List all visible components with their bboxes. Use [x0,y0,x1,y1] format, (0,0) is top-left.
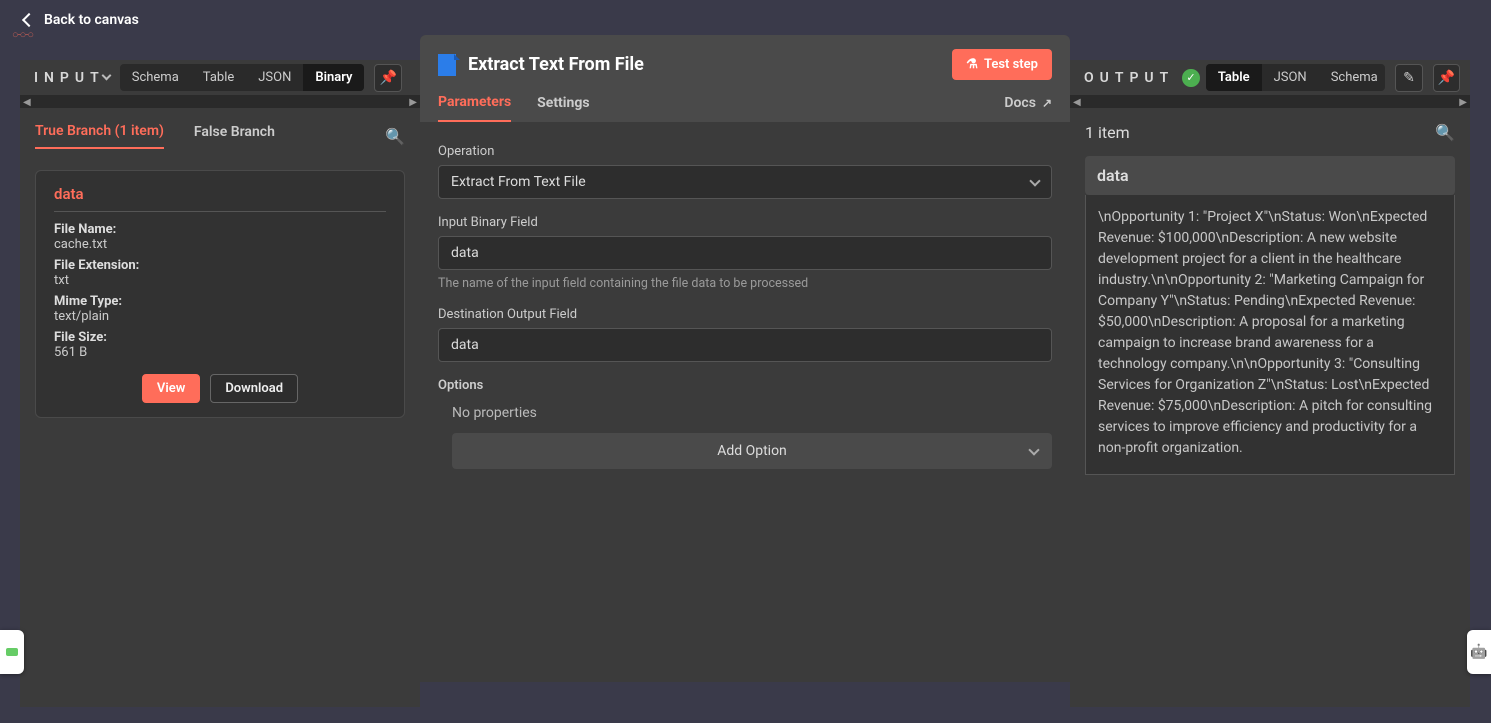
output-panel: OUTPUT ✓ Table JSON Schema ✎ 📌 ◀▶ 1 item… [1070,60,1470,707]
true-branch-tab[interactable]: True Branch (1 item) [35,123,164,149]
file-size-value: 561 B [54,345,386,360]
destination-field[interactable]: data [438,328,1052,362]
card-title: data [54,185,386,212]
input-tab-schema[interactable]: Schema [120,64,191,91]
operation-select[interactable]: Extract From Text File [438,165,1052,199]
arrow-left-icon [22,13,36,27]
input-view-tabs: Schema Table JSON Binary [120,64,365,91]
back-label: Back to canvas [44,12,139,28]
scroll-hint[interactable]: ◀▶ [1070,96,1470,108]
search-icon[interactable]: 🔍 [1435,123,1455,142]
file-ext-label: File Extension: [54,258,386,273]
node-title: Extract Text From File [468,54,644,75]
app-logo: ○-○-○ [12,28,33,41]
destination-field-label: Destination Output Field [438,307,1052,322]
view-button[interactable]: View [142,374,200,403]
file-ext-value: txt [54,273,386,288]
pin-button[interactable]: 📌 [374,64,402,92]
false-branch-tab[interactable]: False Branch [194,124,275,148]
success-check-icon: ✓ [1182,69,1200,87]
download-button[interactable]: Download [210,374,298,403]
input-panel: INPUT Schema Table JSON Binary 📌 ◀▶ True… [20,60,420,707]
mime-type-label: Mime Type: [54,294,386,309]
input-binary-hint: The name of the input field containing t… [438,276,1052,291]
test-step-button[interactable]: ⚗ Test step [952,49,1052,80]
options-label: Options [438,378,1052,393]
left-drawer-tab[interactable] [0,630,24,674]
mime-type-value: text/plain [54,309,386,324]
docs-link[interactable]: Docs ↗ [1004,95,1052,121]
input-binary-field-label: Input Binary Field [438,215,1052,230]
assistant-drawer-tab[interactable] [1467,630,1491,674]
output-view-tabs: Table JSON Schema [1206,64,1385,91]
input-tab-binary[interactable]: Binary [303,64,364,91]
file-name-label: File Name: [54,222,386,237]
input-binary-field[interactable]: data [438,236,1052,270]
parameters-tab[interactable]: Parameters [438,94,511,122]
output-tab-table[interactable]: Table [1206,64,1262,91]
flask-icon: ⚗ [966,57,978,72]
input-title: INPUT [30,70,114,86]
operation-label: Operation [438,144,1052,159]
input-data-card: data File Name: cache.txt File Extension… [35,170,405,418]
file-name-value: cache.txt [54,237,386,252]
edit-button[interactable]: ✎ [1395,64,1422,92]
scroll-hint[interactable]: ◀▶ [20,96,420,108]
input-tab-table[interactable]: Table [191,64,246,91]
output-tab-json[interactable]: JSON [1262,64,1319,91]
chevron-down-icon [1029,175,1040,186]
file-icon [438,54,456,76]
node-config-panel: Extract Text From File ⚗ Test step Param… [420,35,1070,682]
search-icon[interactable]: 🔍 [385,127,405,146]
pin-button[interactable]: 📌 [1433,64,1460,92]
external-link-icon: ↗ [1042,96,1052,110]
output-data-cell: \nOpportunity 1: "Project X"\nStatus: Wo… [1085,195,1455,475]
output-title: OUTPUT [1080,70,1178,86]
file-size-label: File Size: [54,330,386,345]
settings-tab[interactable]: Settings [537,95,589,121]
no-properties-text: No properties [452,405,1052,421]
chevron-down-icon [1028,444,1039,455]
item-count: 1 item [1085,123,1130,142]
input-tab-json[interactable]: JSON [246,64,303,91]
add-option-button[interactable]: Add Option [452,433,1052,469]
output-tab-schema[interactable]: Schema [1319,64,1386,91]
back-to-canvas-link[interactable]: Back to canvas [24,12,139,28]
output-column-header: data [1085,156,1455,195]
